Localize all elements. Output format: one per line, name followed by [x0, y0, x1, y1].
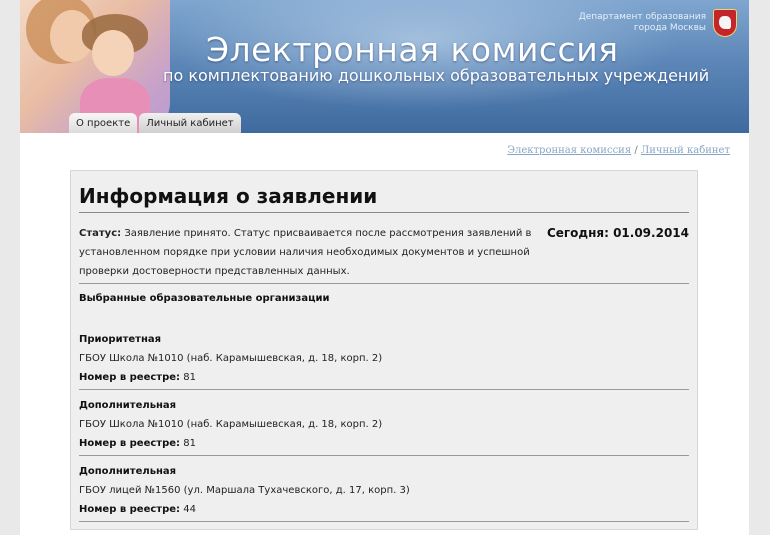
- today-label: Сегодня:: [546, 226, 609, 240]
- registry-label: Номер в реестре:: [79, 372, 181, 383]
- divider: [79, 521, 689, 522]
- site-subtitle: по комплектованию дошкольных образовател…: [163, 66, 710, 85]
- page-title: Информация о заявлении: [79, 184, 378, 208]
- org-item: Приоритетная ГБОУ Школа №1010 (наб. Кара…: [79, 330, 689, 387]
- department-name: Департамент образования города Москвы: [526, 12, 706, 34]
- divider: [79, 455, 689, 456]
- breadcrumb-current-link[interactable]: Личный кабинет: [641, 145, 730, 156]
- status-label: Статус:: [79, 228, 122, 239]
- registry-label: Номер в реестре:: [79, 438, 181, 449]
- breadcrumb-home-link[interactable]: Электронная комиссия: [507, 145, 631, 156]
- registry-label: Номер в реестре:: [79, 504, 181, 515]
- org-name: ГБОУ Школа №1010 (наб. Карамышевская, д.…: [79, 419, 383, 430]
- registry-number: 44: [183, 504, 196, 515]
- status-section: Статус: Заявление принято. Статус присва…: [79, 224, 689, 281]
- nav-tabs: О проекте Личный кабинет: [69, 113, 243, 133]
- org-registry: Номер в реестре: 81: [79, 368, 689, 387]
- header-banner: Электронная комиссия по комплектованию д…: [20, 0, 749, 133]
- org-item: Дополнительная ГБОУ Школа №1010 (наб. Ка…: [79, 396, 689, 453]
- application-info-panel: Информация о заявлении Статус: Заявление…: [70, 170, 698, 530]
- org-registry: Номер в реестре: 81: [79, 434, 689, 453]
- registry-number: 81: [183, 372, 196, 383]
- divider: [79, 389, 689, 390]
- status-text: Заявление принято. Статус присваивается …: [79, 228, 532, 277]
- moscow-emblem-icon: [713, 9, 737, 37]
- registry-number: 81: [183, 438, 196, 449]
- org-name: ГБОУ лицей №1560 (ул. Маршала Тухачевско…: [79, 485, 410, 496]
- selected-orgs-title: Выбранные образовательные организации: [79, 293, 330, 304]
- divider: [79, 212, 689, 213]
- org-registry: Номер в реестре: 44: [79, 500, 689, 519]
- photo-face-child: [92, 30, 134, 76]
- org-name: ГБОУ Школа №1010 (наб. Карамышевская, д.…: [79, 353, 383, 364]
- divider: [79, 283, 689, 284]
- emblem-rider: [719, 16, 731, 29]
- org-priority-label: Дополнительная: [79, 466, 177, 477]
- today-date: Сегодня: 01.09.2014: [547, 224, 689, 243]
- tab-personal-account[interactable]: Личный кабинет: [139, 113, 241, 133]
- breadcrumb-separator: /: [634, 145, 638, 156]
- breadcrumb: Электронная комиссия / Личный кабинет: [507, 145, 730, 156]
- status-text-wrap: Статус: Заявление принято. Статус присва…: [79, 224, 549, 281]
- site-title: Электронная комиссия: [206, 30, 619, 69]
- department-line-1: Департамент образования: [578, 12, 706, 22]
- org-item: Дополнительная ГБОУ лицей №1560 (ул. Мар…: [79, 462, 689, 519]
- org-priority-label: Приоритетная: [79, 334, 162, 345]
- tab-about[interactable]: О проекте: [69, 113, 138, 133]
- page: Электронная комиссия по комплектованию д…: [20, 0, 749, 535]
- today-value: 01.09.2014: [613, 226, 689, 240]
- org-priority-label: Дополнительная: [79, 400, 177, 411]
- department-line-2: города Москвы: [633, 23, 706, 33]
